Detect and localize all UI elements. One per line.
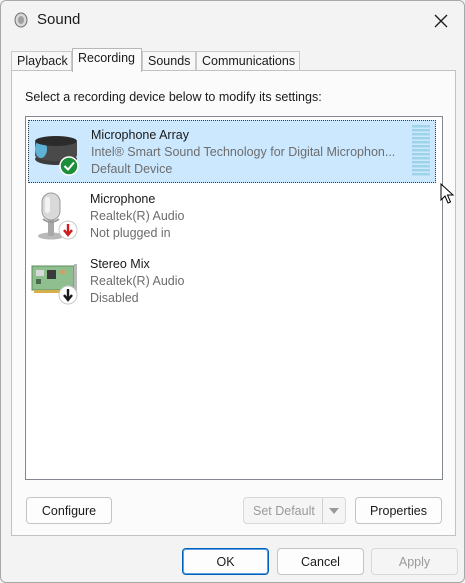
device-stereo-mix[interactable]: Stereo Mix Realtek(R) Audio Disabled — [28, 250, 436, 313]
properties-button[interactable]: Properties — [355, 497, 442, 524]
device-name: Microphone Array — [91, 128, 189, 142]
configure-button[interactable]: Configure — [26, 497, 112, 524]
microphone-array-icon — [35, 136, 79, 176]
device-description: Intel® Smart Sound Technology for Digita… — [91, 145, 396, 159]
microphone-icon — [38, 192, 78, 240]
title-bar[interactable]: Sound — [1, 1, 464, 41]
recording-tab-panel: Select a recording device below to modif… — [11, 70, 456, 536]
sound-card-icon — [31, 264, 78, 305]
sound-dialog: Sound Playback Recording Sounds Communic… — [0, 0, 465, 583]
device-microphone-array[interactable]: Microphone Array Intel® Smart Sound Tech… — [28, 120, 436, 183]
close-button[interactable] — [418, 1, 464, 41]
chevron-down-icon — [329, 507, 339, 514]
device-status: Disabled — [90, 291, 139, 305]
device-status: Not plugged in — [90, 226, 171, 240]
tab-communications[interactable]: Communications — [196, 51, 300, 71]
instruction-text: Select a recording device below to modif… — [25, 90, 322, 104]
speaker-icon — [14, 12, 28, 28]
set-default-label: Set Default — [253, 503, 315, 518]
close-icon — [434, 14, 448, 28]
level-meter — [412, 125, 430, 176]
ok-button[interactable]: OK — [182, 548, 269, 575]
device-list[interactable]: Microphone Array Intel® Smart Sound Tech… — [25, 116, 443, 480]
apply-button: Apply — [371, 548, 458, 575]
cancel-button[interactable]: Cancel — [277, 548, 364, 575]
tab-playback[interactable]: Playback — [11, 51, 72, 71]
device-name: Stereo Mix — [90, 257, 150, 271]
device-description: Realtek(R) Audio — [90, 274, 185, 288]
set-default-dropdown — [322, 498, 345, 523]
tab-recording[interactable]: Recording — [72, 48, 142, 72]
device-name: Microphone — [90, 192, 156, 206]
mouse-pointer-icon — [440, 183, 454, 204]
set-default-button: Set Default — [243, 497, 346, 524]
tab-sounds[interactable]: Sounds — [142, 51, 196, 71]
device-microphone[interactable]: Microphone Realtek(R) Audio Not plugged … — [28, 185, 436, 248]
device-status: Default Device — [91, 162, 173, 176]
window-title: Sound — [37, 11, 81, 28]
device-description: Realtek(R) Audio — [90, 209, 185, 223]
